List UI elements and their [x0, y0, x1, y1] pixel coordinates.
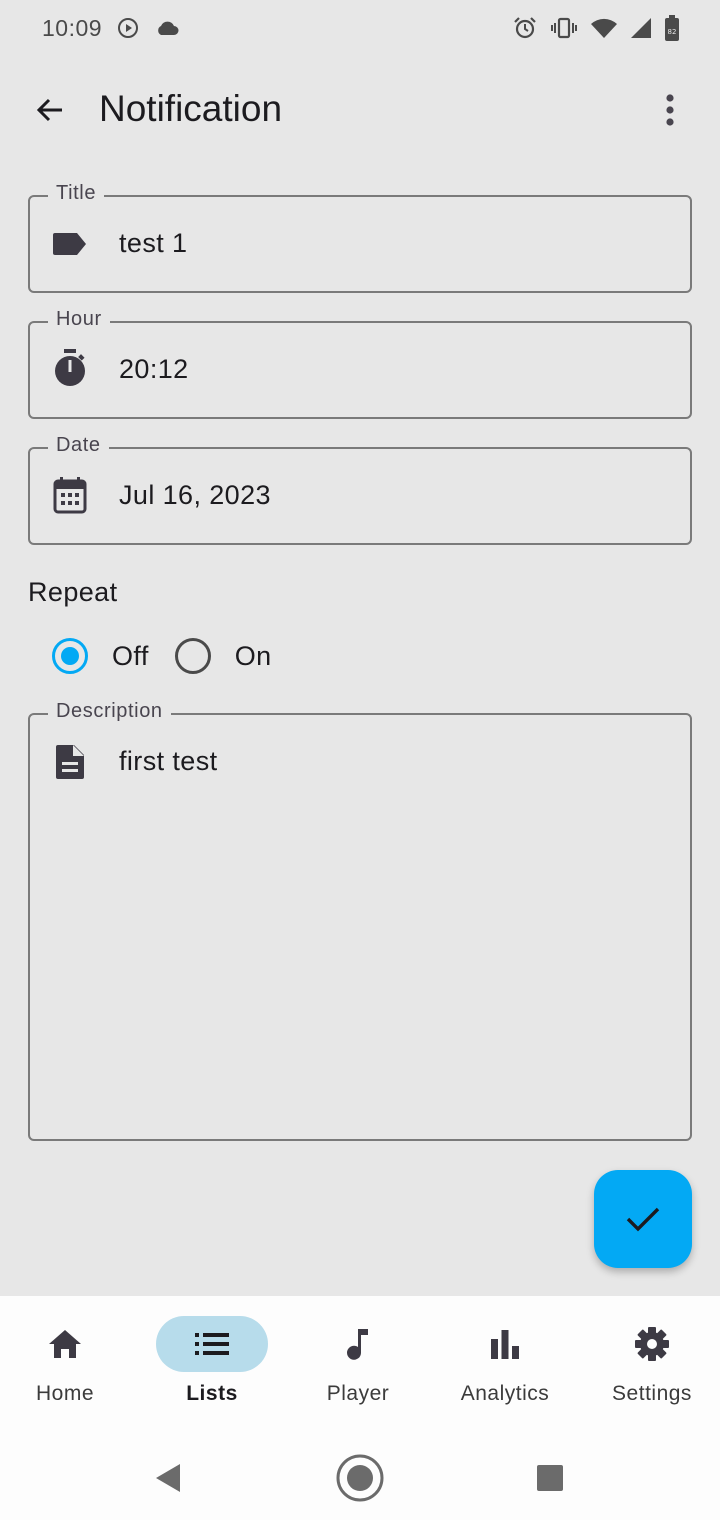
nav-analytics-label: Analytics — [460, 1382, 550, 1405]
gear-icon — [635, 1327, 669, 1361]
title-input[interactable]: test 1 — [119, 228, 187, 259]
system-navigation-bar — [0, 1440, 720, 1520]
back-button[interactable] — [28, 88, 72, 132]
repeat-radio-group: Off On — [52, 638, 298, 674]
page-title: Notification — [99, 88, 283, 129]
status-time: 10:09 — [42, 14, 103, 41]
system-home-button[interactable] — [330, 1448, 390, 1508]
cloud-icon — [154, 18, 180, 38]
nav-home-pill — [9, 1316, 121, 1372]
nav-item-home[interactable]: Home — [0, 1316, 135, 1416]
nav-analytics-pill — [449, 1316, 561, 1372]
description-input[interactable]: first test — [119, 746, 218, 777]
description-field-label: Description — [48, 700, 171, 723]
bar-chart-icon — [491, 1330, 519, 1359]
nav-item-analytics[interactable]: Analytics — [435, 1316, 575, 1416]
system-recents-button[interactable] — [520, 1448, 580, 1508]
check-icon — [626, 1207, 660, 1232]
nav-lists-label: Lists — [186, 1382, 238, 1405]
home-circle-icon — [336, 1454, 384, 1502]
label-icon — [52, 226, 88, 262]
date-field[interactable]: Date Jul 16, 2023 — [28, 434, 692, 545]
hour-field[interactable]: Hour 20:12 — [28, 308, 692, 419]
nav-item-player[interactable]: Player — [288, 1316, 428, 1416]
nav-item-settings[interactable]: Settings — [582, 1316, 720, 1416]
app-bar: Notification — [0, 70, 720, 150]
nav-home-label: Home — [35, 1382, 95, 1405]
signal-icon — [630, 17, 652, 39]
system-back-button[interactable] — [138, 1448, 198, 1508]
more-vert-icon — [666, 94, 674, 126]
wifi-icon — [590, 17, 618, 39]
date-field-label: Date — [48, 434, 109, 457]
list-icon — [195, 1333, 229, 1355]
radio-off-label: Off — [112, 640, 149, 671]
alarm-icon — [512, 15, 538, 41]
nav-player-label: Player — [326, 1382, 390, 1405]
nav-lists-pill — [156, 1316, 268, 1372]
nav-player-pill — [302, 1316, 414, 1372]
date-input[interactable]: Jul 16, 2023 — [119, 480, 271, 511]
more-options-button[interactable] — [650, 88, 690, 132]
radio-on-label: On — [234, 640, 272, 671]
vibrate-icon — [550, 16, 578, 40]
status-bar: 10:09 82 — [0, 0, 720, 56]
nav-settings-pill — [596, 1316, 708, 1372]
calendar-icon — [52, 477, 88, 514]
back-triangle-icon — [156, 1464, 180, 1492]
description-icon — [52, 744, 88, 780]
description-field[interactable]: Description first test — [28, 700, 692, 1141]
nav-item-lists[interactable]: Lists — [142, 1316, 282, 1416]
timer-icon — [52, 349, 88, 386]
repeat-on-option[interactable]: On — [174, 638, 272, 674]
hour-input[interactable]: 20:12 — [119, 354, 189, 385]
repeat-off-option[interactable]: Off — [52, 638, 149, 674]
play-circle-icon — [116, 16, 140, 40]
repeat-label: Repeat — [28, 577, 118, 607]
recents-square-icon — [537, 1465, 563, 1491]
title-field[interactable]: Title test 1 — [28, 182, 692, 293]
save-fab-button[interactable] — [594, 1170, 692, 1268]
radio-on[interactable] — [174, 638, 211, 674]
svg-text:82: 82 — [668, 28, 677, 36]
title-field-label: Title — [48, 182, 105, 205]
arrow-back-icon — [36, 98, 62, 122]
radio-off[interactable] — [52, 638, 88, 674]
nav-settings-label: Settings — [612, 1382, 692, 1405]
home-icon — [49, 1330, 81, 1358]
battery-icon: 82 — [664, 15, 680, 41]
music-note-icon — [347, 1329, 368, 1360]
hour-field-label: Hour — [48, 308, 110, 331]
